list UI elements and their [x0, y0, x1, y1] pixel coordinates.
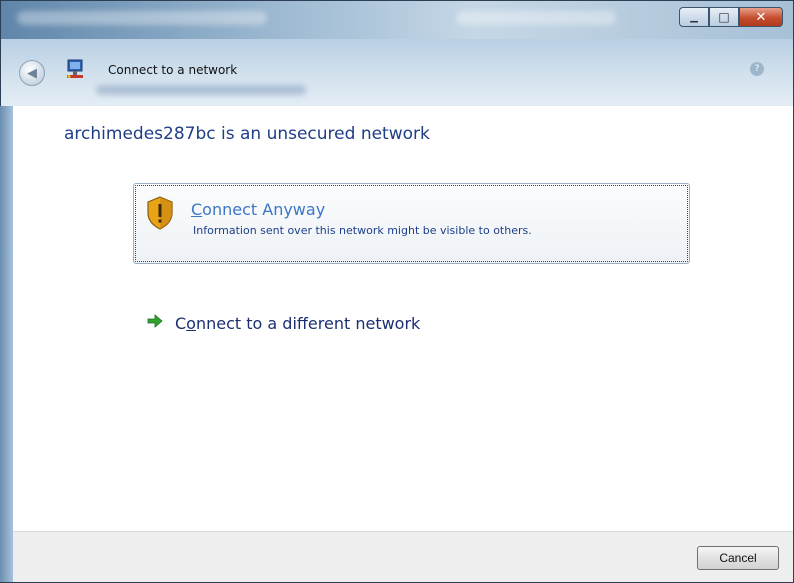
- green-arrow-icon: [147, 314, 163, 328]
- connect-anyway-description: Information sent over this network might…: [193, 224, 532, 237]
- close-button[interactable]: ✕: [739, 7, 783, 27]
- title-bar[interactable]: ▁ □ ✕: [1, 1, 793, 39]
- network-icon: [67, 59, 83, 78]
- different-accel: o: [186, 314, 196, 333]
- help-button[interactable]: ?: [750, 62, 764, 76]
- page-heading: archimedes287bc is an unsecured network: [64, 124, 430, 144]
- maximize-button[interactable]: □: [709, 7, 739, 27]
- different-rest: nnect to a different network: [195, 314, 421, 333]
- cancel-button[interactable]: Cancel: [697, 546, 779, 570]
- connect-anyway-title-rest: onnect Anyway: [202, 200, 326, 219]
- connect-anyway-title[interactable]: Connect Anyway: [191, 200, 325, 219]
- back-button[interactable]: ◀: [19, 60, 45, 86]
- breadcrumb-blur: [96, 85, 306, 95]
- caption-buttons: ▁ □ ✕: [679, 7, 783, 27]
- window-left-border: [0, 106, 13, 582]
- wizard-title: Connect to a network: [108, 63, 238, 77]
- minimize-button[interactable]: ▁: [679, 7, 709, 27]
- different-pre: C: [175, 314, 187, 333]
- connect-different-network-link[interactable]: Connect to a different network: [175, 314, 420, 333]
- back-arrow-icon: ◀: [27, 65, 37, 81]
- security-shield-icon: [147, 196, 173, 230]
- connect-anyway-accel: C: [191, 200, 203, 219]
- footer-bar: [13, 531, 793, 582]
- address-bar-blur: [17, 11, 267, 25]
- search-bar-blur: [456, 11, 616, 25]
